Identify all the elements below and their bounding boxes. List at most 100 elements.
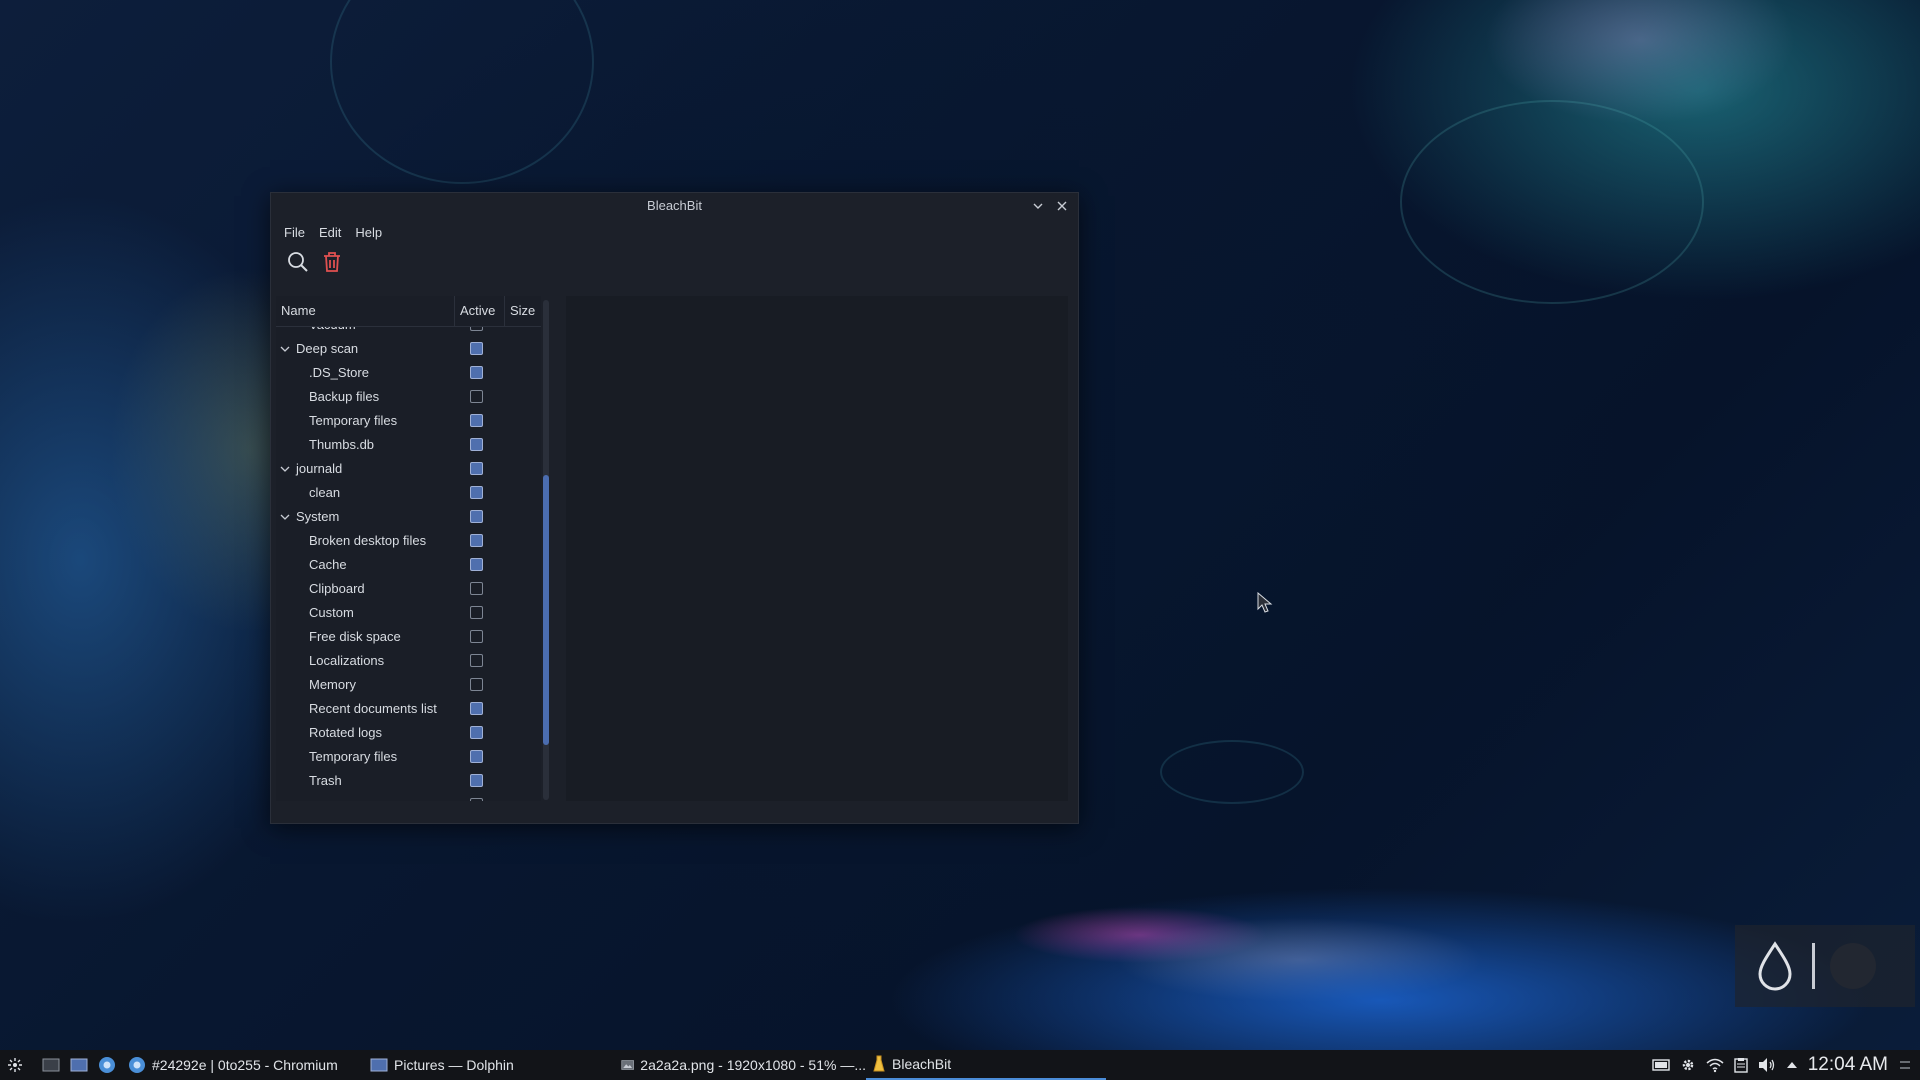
column-active[interactable]: Active: [455, 296, 505, 326]
active-checkbox[interactable]: [470, 750, 483, 763]
menu-lines-icon[interactable]: [1898, 1058, 1912, 1072]
tree-row[interactable]: Thumbs.db: [276, 433, 541, 457]
chevron-down-icon[interactable]: [280, 337, 292, 361]
task-label: 2a2a2a.png - 1920x1080 - 51% —...: [640, 1057, 866, 1073]
browser-launcher[interactable]: [98, 1056, 116, 1074]
active-checkbox[interactable]: [470, 678, 483, 691]
tree-row[interactable]: Deep scan: [276, 337, 541, 361]
active-checkbox[interactable]: [470, 534, 483, 547]
tree-row[interactable]: Recent documents list: [276, 697, 541, 721]
task-dolphin[interactable]: Pictures — Dolphin: [370, 1050, 615, 1080]
active-checkbox[interactable]: [470, 558, 483, 571]
widget-circle: [1830, 943, 1876, 989]
task-label: BleachBit: [892, 1056, 952, 1072]
task-chromium[interactable]: #24292e | 0to255 - Chromium: [128, 1050, 364, 1080]
tree-row[interactable]: Localizations: [276, 649, 541, 673]
tree-row[interactable]: Cache: [276, 553, 541, 577]
taskbar: #24292e | 0to255 - Chromium Pictures — D…: [0, 1050, 1920, 1080]
chevron-down-icon[interactable]: [280, 505, 292, 529]
tree-row[interactable]: Clipboard: [276, 577, 541, 601]
active-checkbox[interactable]: [470, 510, 483, 523]
active-checkbox[interactable]: [470, 726, 483, 739]
app-launcher-button[interactable]: [6, 1056, 24, 1074]
tree-row[interactable]: Broken desktop files: [276, 529, 541, 553]
tree-header-bg: Name Active Size: [276, 296, 541, 327]
tree-row[interactable]: Free disk space: [276, 625, 541, 649]
drop-icon: [1758, 941, 1792, 991]
tree-row-label: Deep scan: [296, 341, 359, 356]
menu-edit[interactable]: Edit: [319, 225, 341, 240]
active-checkbox[interactable]: [470, 798, 483, 801]
clipboard-icon[interactable]: [1734, 1057, 1748, 1073]
active-checkbox[interactable]: [470, 654, 483, 667]
window-title: BleachBit: [647, 198, 702, 213]
window-titlebar[interactable]: BleachBit: [271, 193, 1078, 219]
chromium-icon: [129, 1057, 145, 1073]
active-checkbox[interactable]: [470, 582, 483, 595]
tree-row[interactable]: clean: [276, 481, 541, 505]
widget-separator: [1812, 943, 1815, 989]
chevron-down-icon[interactable]: [280, 457, 292, 481]
clean-button[interactable]: [320, 250, 344, 274]
task-bleachbit[interactable]: BleachBit: [866, 1050, 1106, 1080]
active-checkbox[interactable]: [470, 366, 483, 379]
search-icon: [288, 252, 308, 272]
screen-icon[interactable]: [1652, 1058, 1670, 1072]
task-image-viewer[interactable]: 2a2a2a.png - 1920x1080 - 51% —...: [621, 1050, 866, 1080]
menu-file[interactable]: File: [284, 225, 305, 240]
desktop-widget: [1735, 925, 1915, 1007]
tree-row[interactable]: journald: [276, 457, 541, 481]
tree-row-label: Free disk space: [309, 629, 401, 644]
task-label: #24292e | 0to255 - Chromium: [152, 1057, 338, 1073]
wifi-icon[interactable]: [1706, 1057, 1724, 1073]
cleaner-tree[interactable]: VacuumDeep scan.DS_StoreBackup filesTemp…: [276, 296, 541, 801]
chevron-up-icon[interactable]: [1786, 1060, 1798, 1070]
preview-button[interactable]: [286, 250, 310, 274]
minimize-button[interactable]: [1028, 193, 1048, 219]
tree-row-label: Memory: [309, 677, 356, 692]
tree-row[interactable]: System: [276, 505, 541, 529]
files-launcher[interactable]: [70, 1056, 88, 1074]
tree-row[interactable]: Memory: [276, 673, 541, 697]
tree-row[interactable]: Backup files: [276, 385, 541, 409]
tree-row-label: clean: [309, 485, 341, 500]
active-checkbox[interactable]: [470, 390, 483, 403]
column-name[interactable]: Name: [276, 296, 455, 326]
tree-row[interactable]: Temporary files: [276, 409, 541, 433]
task-label: Pictures — Dolphin: [394, 1057, 514, 1073]
column-size[interactable]: Size: [505, 296, 540, 326]
tree-row-label: Recent documents list: [309, 701, 437, 716]
tree-row[interactable]: Trash: [276, 769, 541, 793]
wallpaper-swirl: [330, 0, 594, 184]
tree-row-label: Clipboard: [309, 581, 365, 596]
close-button[interactable]: [1052, 193, 1072, 219]
tree-header: Name Active Size: [276, 296, 541, 327]
tree-row-label: Temporary files: [309, 413, 398, 428]
tree-scrollbar[interactable]: [543, 300, 549, 800]
tree-row[interactable]: [276, 793, 541, 801]
tree-row[interactable]: Rotated logs: [276, 721, 541, 745]
active-checkbox[interactable]: [470, 702, 483, 715]
active-checkbox[interactable]: [470, 630, 483, 643]
volume-icon[interactable]: [1758, 1057, 1776, 1073]
tree-row-label: Broken desktop files: [309, 533, 427, 548]
wallpaper-swirl: [1160, 740, 1304, 804]
tree-row[interactable]: Custom: [276, 601, 541, 625]
tree-row-label: Localizations: [309, 653, 385, 668]
menu-help[interactable]: Help: [355, 225, 382, 240]
active-checkbox[interactable]: [470, 438, 483, 451]
active-checkbox[interactable]: [470, 486, 483, 499]
bleachbit-icon: [873, 1055, 885, 1072]
tree-row[interactable]: Temporary files: [276, 745, 541, 769]
active-checkbox[interactable]: [470, 462, 483, 475]
tree-row-label: Rotated logs: [309, 725, 382, 740]
clock[interactable]: 12:04 AM: [1808, 1054, 1888, 1076]
gear-icon[interactable]: [1680, 1057, 1696, 1073]
active-checkbox[interactable]: [470, 606, 483, 619]
active-checkbox[interactable]: [470, 342, 483, 355]
tree-row[interactable]: .DS_Store: [276, 361, 541, 385]
scrollbar-thumb[interactable]: [543, 475, 549, 745]
active-checkbox[interactable]: [470, 774, 483, 787]
active-checkbox[interactable]: [470, 414, 483, 427]
terminal-launcher[interactable]: [42, 1056, 60, 1074]
